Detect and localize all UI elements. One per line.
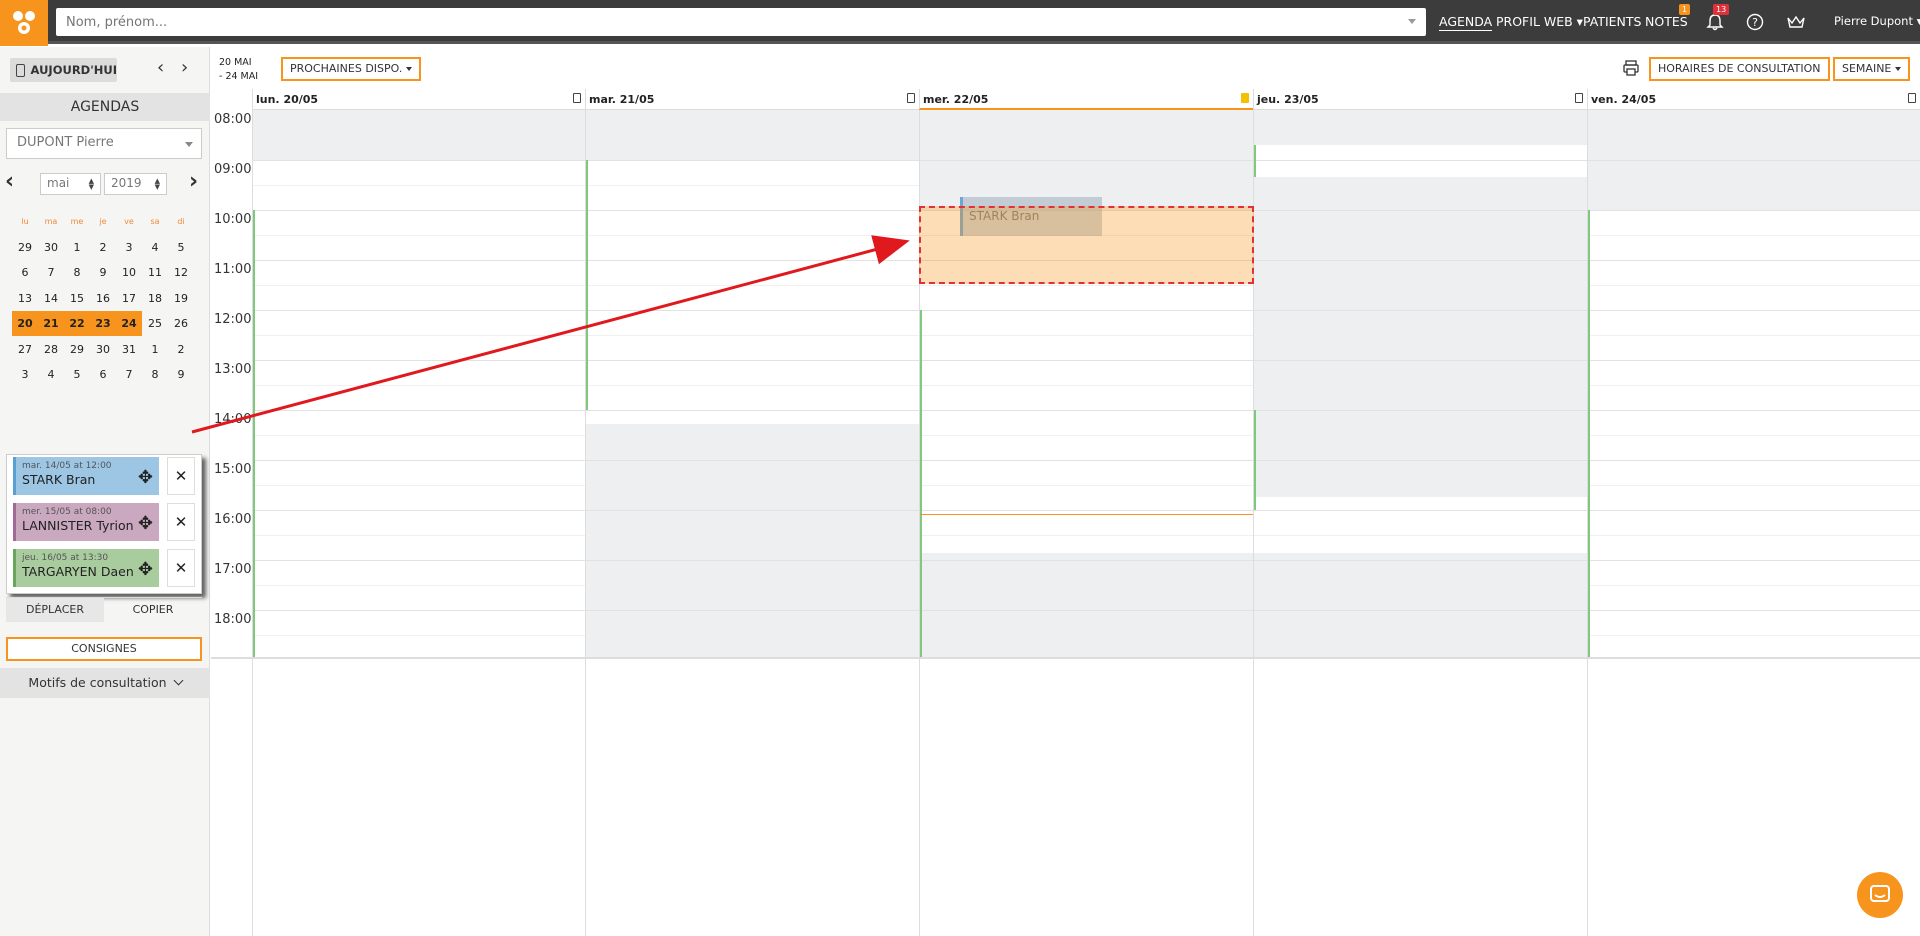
drag-arrow-annotation <box>191 235 910 434</box>
chat-icon <box>1870 885 1890 902</box>
arrow-line <box>191 235 910 434</box>
chat-launcher[interactable] <box>1857 872 1903 918</box>
